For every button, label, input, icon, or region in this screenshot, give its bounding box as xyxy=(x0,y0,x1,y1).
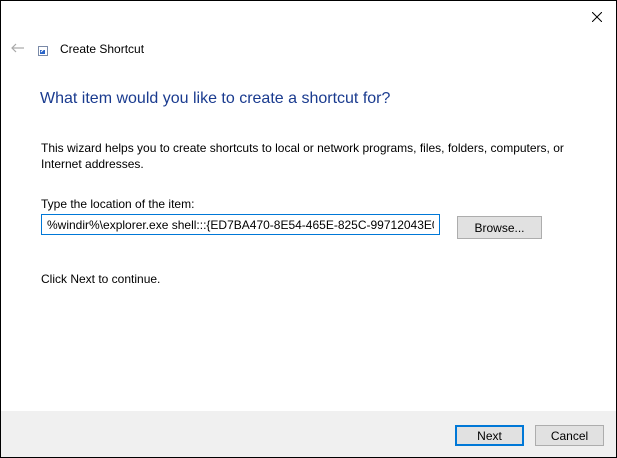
back-arrow-icon xyxy=(11,43,24,53)
location-label: Type the location of the item: xyxy=(41,197,195,211)
close-button[interactable] xyxy=(584,5,610,29)
back-button[interactable] xyxy=(9,40,27,56)
create-shortcut-window: Create Shortcut What item would you like… xyxy=(0,0,617,458)
wizard-heading: What item would you like to create a sho… xyxy=(40,90,391,107)
cancel-button[interactable]: Cancel xyxy=(535,425,604,446)
continue-instruction: Click Next to continue. xyxy=(41,272,161,286)
next-button[interactable]: Next xyxy=(455,425,524,446)
wizard-description: This wizard helps you to create shortcut… xyxy=(41,141,564,171)
location-input[interactable] xyxy=(41,214,440,235)
shortcut-icon xyxy=(38,46,48,56)
browse-button[interactable]: Browse... xyxy=(457,216,542,239)
close-icon xyxy=(592,12,602,22)
window-title: Create Shortcut xyxy=(60,42,145,56)
